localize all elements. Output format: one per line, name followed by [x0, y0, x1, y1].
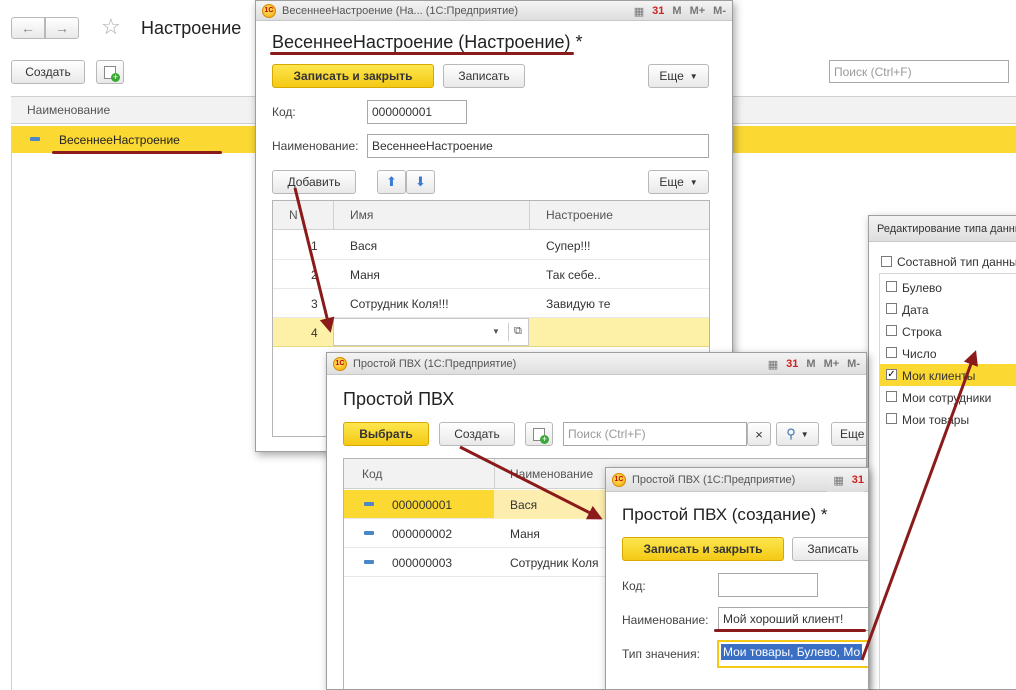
arrow-create-to-form [459, 445, 603, 520]
arrow-add-to-row [293, 187, 335, 333]
arrow-type-to-dialog [860, 350, 978, 661]
annotation-arrows [293, 187, 978, 661]
